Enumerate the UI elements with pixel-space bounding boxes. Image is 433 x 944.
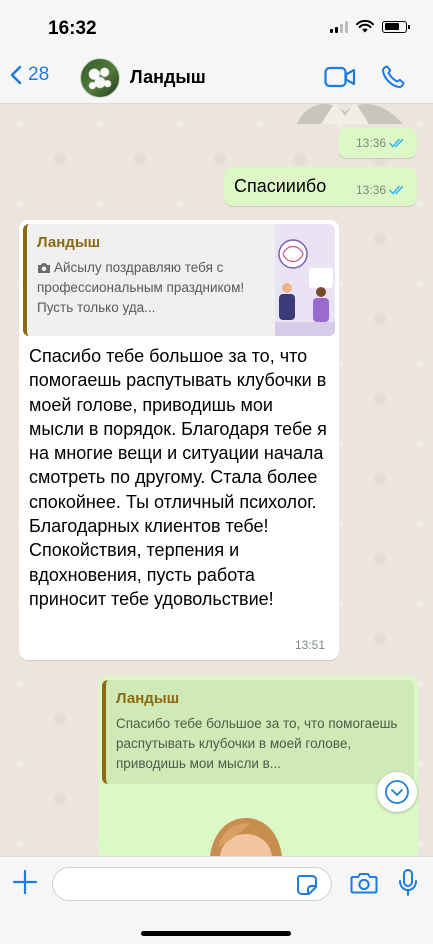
message-meta: 13:51 [295,636,325,654]
microphone-icon [399,869,417,896]
camera-icon [350,873,378,894]
phone-icon [382,65,405,88]
scroll-to-bottom-button[interactable] [377,772,417,812]
status-icons [330,20,410,33]
outgoing-message[interactable]: Ландыш Спасибо тебе большое за то, что п… [98,676,418,856]
battery-level [384,23,399,30]
home-indicator [141,931,291,936]
heart-hands-sticker [297,104,403,124]
incoming-message[interactable]: Ландыш Айсылу поздравляю тебя с професси… [19,220,339,660]
video-call-icon [324,66,356,88]
read-ticks-icon [389,185,404,195]
contact-name[interactable]: Ландыш [130,67,206,88]
message-text: Спасибо тебе большое за то, что помогаеш… [29,346,327,609]
signal-icon [330,20,348,33]
chat-header: 28 Ландыш [0,52,433,104]
battery-icon [382,20,410,33]
unread-count: 28 [28,64,50,85]
whatsapp-chat-screen: 16:32 28 Ландыш 13:36 Спасииибо 13:36 Ла… [0,0,433,944]
sticker-button[interactable] [296,874,318,901]
quote-text-content: Айсылу поздравляю тебя с профессиональны… [37,260,245,315]
status-bar: 16:32 [0,0,433,52]
microphone-button[interactable] [397,868,419,903]
attach-button[interactable] [12,869,38,900]
message-meta: 13:36 [356,183,407,197]
voice-call-button[interactable] [380,64,406,95]
sticker-icon [297,875,317,895]
message-text: Спасииибо [234,176,327,196]
chevron-down-circle-icon [385,780,409,804]
message-input[interactable] [52,867,332,901]
wifi-icon [356,20,374,33]
quoted-message[interactable]: Ландыш Айсылу поздравляю тебя с професси… [23,224,335,336]
video-call-button[interactable] [324,66,356,93]
camera-icon [38,263,50,273]
plus-icon [12,869,38,895]
camera-button[interactable] [350,871,378,900]
quoted-message[interactable]: Ландыш Спасибо тебе большое за то, что п… [102,680,414,784]
memoji-sticker [210,818,282,856]
quote-text: Айсылу поздравляю тебя с профессиональны… [37,258,265,318]
status-time: 16:32 [48,18,97,39]
quote-image-thumbnail [275,224,335,336]
message-time: 13:36 [355,183,386,197]
message-time: 13:51 [294,638,325,652]
quote-author: Ландыш [116,690,180,707]
quote-text: Спасибо тебе большое за то, что помогаеш… [116,716,398,771]
quote-author: Ландыш [37,234,101,251]
avatar[interactable] [80,58,120,98]
message-meta: 13:36 [356,136,407,150]
outgoing-message[interactable]: Спасииибо 13:36 [224,167,417,206]
chat-area[interactable]: 13:36 Спасииибо 13:36 Ландыш Айсылу позд… [0,104,433,856]
message-input-bar [0,856,433,944]
back-button[interactable]: 28 [10,64,49,86]
outgoing-message[interactable]: 13:36 [338,128,417,158]
message-time: 13:36 [355,136,386,150]
chevron-left-icon [10,65,22,85]
read-ticks-icon [389,138,404,148]
